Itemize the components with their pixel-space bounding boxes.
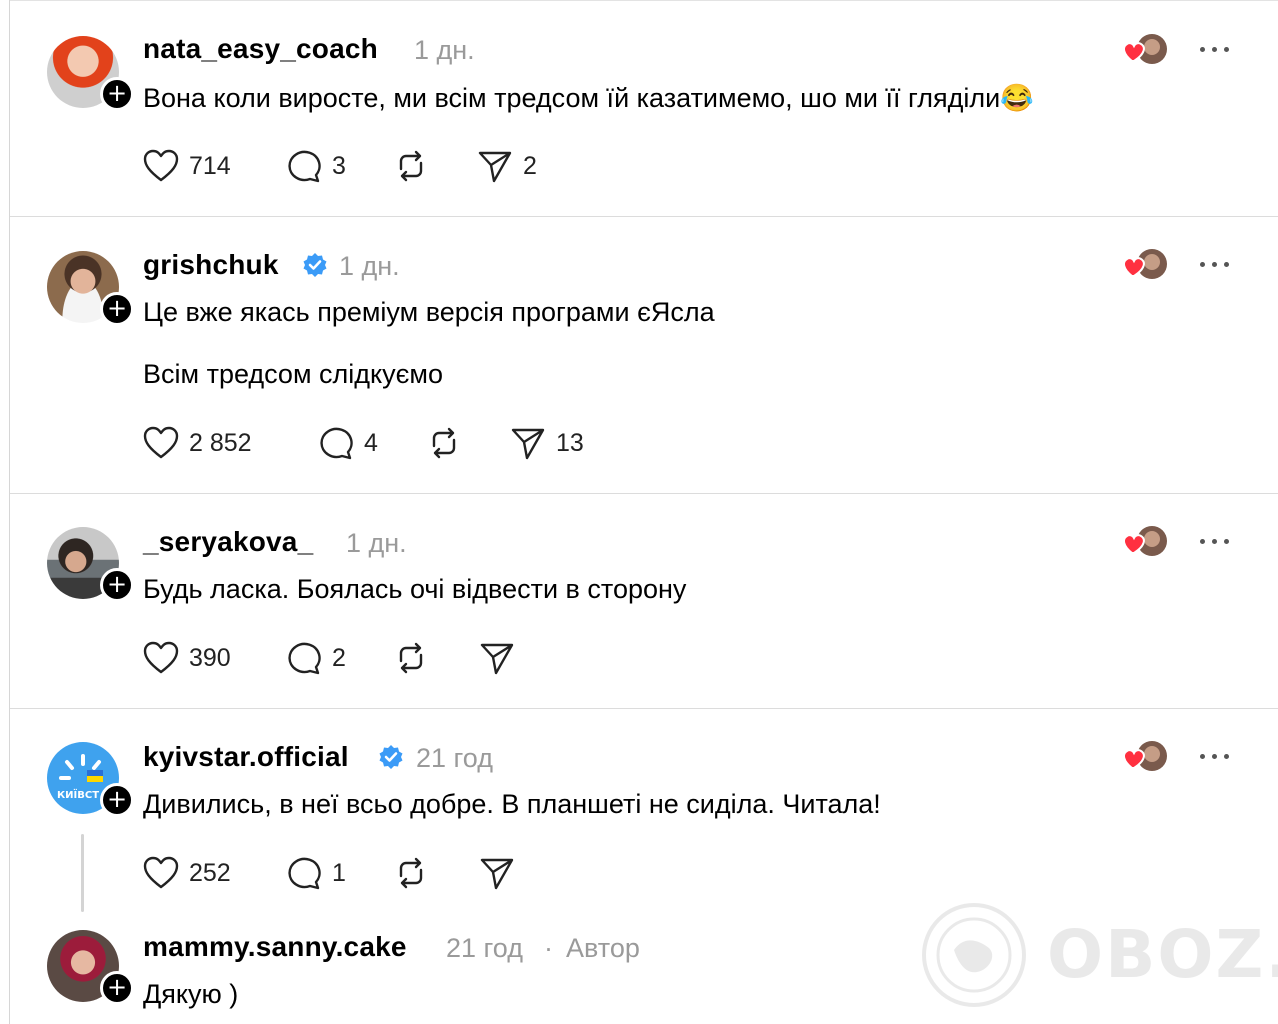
divider: [10, 708, 1278, 709]
like-count: 252: [189, 858, 231, 887]
thread-line: [81, 834, 84, 912]
send-icon: [511, 428, 545, 460]
repost-icon: [399, 150, 423, 182]
send-icon: [478, 151, 512, 183]
username[interactable]: kyivstar.official: [143, 741, 349, 773]
repost-icon: [399, 642, 423, 674]
share-button[interactable]: [479, 638, 515, 678]
reply-button[interactable]: 4: [318, 423, 378, 463]
post-text: Дивились, в неї всьо добре. В планшеті н…: [143, 789, 881, 819]
like-count: 2 852: [189, 428, 252, 457]
post-actions: 390 2: [143, 638, 563, 678]
avatar-logo-text: КИЇВСТ: [57, 790, 100, 801]
more-icon[interactable]: [1200, 44, 1230, 54]
post-text: Всім тредсом слідкуємо: [143, 359, 443, 389]
repost-icon: [399, 857, 423, 889]
heart-icon: [143, 426, 179, 459]
separator-dot: ·: [544, 933, 553, 963]
like-button[interactable]: 252: [143, 853, 231, 893]
divider: [10, 216, 1278, 217]
send-icon: [480, 858, 514, 890]
more-icon[interactable]: [1200, 259, 1230, 269]
repost-icon: [432, 427, 456, 459]
comment-icon: [320, 427, 353, 460]
repost-button[interactable]: [393, 853, 429, 893]
send-icon: [480, 643, 514, 675]
frame-left-border: [9, 0, 10, 1024]
repost-button[interactable]: [426, 423, 462, 463]
username[interactable]: grishchuk: [143, 249, 279, 281]
comment-icon: [288, 857, 321, 890]
liked-by-author-icon: [1123, 741, 1167, 771]
post-time[interactable]: 1 дн.: [346, 528, 407, 559]
reply-button[interactable]: 1: [286, 853, 346, 893]
reply-count: 1: [332, 858, 346, 887]
username[interactable]: nata_easy_coach: [143, 33, 378, 65]
username[interactable]: mammy.sanny.cake: [143, 931, 407, 963]
repost-button[interactable]: [393, 638, 429, 678]
comment-icon: [288, 642, 321, 675]
heart-icon: [143, 149, 179, 182]
reply-count: 4: [364, 428, 378, 457]
post-text: Дякую ): [143, 979, 239, 1009]
like-button[interactable]: 714: [143, 146, 231, 186]
share-button[interactable]: 2: [477, 146, 537, 186]
globe-logo-icon: [922, 903, 1026, 1007]
share-count: 13: [556, 428, 584, 457]
verified-icon: [379, 745, 403, 769]
follow-plus-icon[interactable]: +: [100, 568, 134, 602]
watermark: OBOZ.UA: [919, 896, 1278, 1016]
verified-icon: [303, 253, 327, 277]
username[interactable]: _seryakova_: [143, 526, 313, 558]
post-text: Це вже якась преміум версія програми єЯс…: [143, 297, 715, 327]
post-text: Вона коли виросте, ми всім тредсом їй ка…: [143, 83, 1034, 113]
share-button[interactable]: 13: [510, 423, 584, 463]
liked-by-author-icon: [1123, 34, 1167, 64]
share-count: 2: [523, 151, 537, 180]
heart-icon: [143, 856, 179, 889]
frame-top-border: [9, 0, 1278, 1]
post-actions: 252 1: [143, 853, 563, 893]
follow-plus-icon[interactable]: +: [100, 292, 134, 326]
like-button[interactable]: 390: [143, 638, 231, 678]
like-count: 390: [189, 643, 231, 672]
like-button[interactable]: 2 852: [143, 423, 252, 463]
author-badge: Автор: [566, 933, 640, 963]
divider: [10, 493, 1278, 494]
reply-button[interactable]: 2: [286, 638, 346, 678]
reply-button[interactable]: 3: [286, 146, 346, 186]
post-time[interactable]: 1 дн.: [339, 251, 400, 282]
repost-button[interactable]: [393, 146, 429, 186]
post-actions: 714 3 2: [143, 146, 563, 186]
post-time[interactable]: 21 год: [446, 933, 523, 964]
follow-plus-icon[interactable]: +: [100, 77, 134, 111]
post-time[interactable]: 21 год: [416, 743, 493, 774]
liked-by-author-icon: [1123, 249, 1167, 279]
more-icon[interactable]: [1200, 751, 1230, 761]
reply-count: 3: [332, 151, 346, 180]
watermark-text: OBOZ.UA: [1047, 916, 1278, 993]
liked-by-author-icon: [1123, 526, 1167, 556]
heart-icon: [143, 641, 179, 674]
follow-plus-icon[interactable]: +: [100, 971, 134, 1005]
more-icon[interactable]: [1200, 536, 1230, 546]
share-button[interactable]: [479, 853, 515, 893]
post-actions: 2 852 4 13: [143, 423, 603, 463]
follow-plus-icon[interactable]: +: [100, 783, 134, 817]
post-text: Будь ласка. Боялась очі відвести в сторо…: [143, 574, 687, 604]
comment-icon: [288, 150, 321, 183]
reply-count: 2: [332, 643, 346, 672]
post-time[interactable]: 1 дн.: [414, 35, 475, 66]
like-count: 714: [189, 151, 231, 180]
